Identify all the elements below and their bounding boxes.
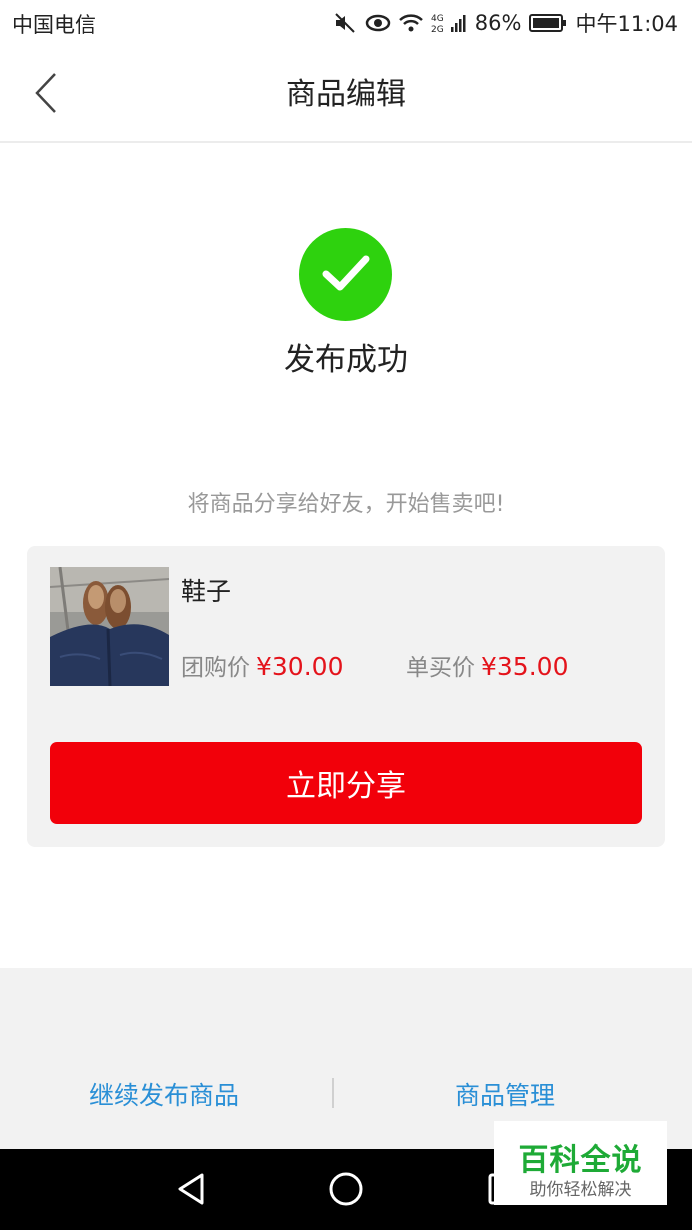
back-button[interactable] (24, 70, 68, 120)
system-home-button[interactable] (326, 1169, 366, 1213)
success-title: 发布成功 (284, 342, 408, 378)
product-thumbnail[interactable] (50, 567, 169, 686)
success-badge (299, 228, 392, 321)
product-management-link[interactable]: 商品管理 (455, 1076, 555, 1112)
share-now-button[interactable]: 立即分享 (50, 742, 642, 824)
carrier-label: 中国电信 (12, 13, 96, 37)
svg-text:4G: 4G (431, 14, 444, 24)
wifi-icon (398, 13, 423, 33)
group-price-label: 团购价 (181, 655, 250, 681)
group-price: 团购价 ¥30.00 (181, 648, 343, 682)
single-price-value: ¥35.00 (481, 652, 569, 681)
status-time: 中午11:04 (575, 12, 678, 36)
signal-icon: 4G 2G (431, 11, 467, 35)
product-card: 鞋子 团购价 ¥30.00 单买价 ¥35.00 立即分享 (27, 546, 665, 847)
status-icons: 4G 2G 86% 中午11:04 (333, 7, 678, 39)
svg-text:2G: 2G (431, 25, 444, 35)
page-title: 商品编辑 (286, 77, 406, 112)
system-back-button[interactable] (172, 1169, 212, 1213)
product-name: 鞋子 (181, 577, 232, 606)
continue-publish-link[interactable]: 继续发布商品 (89, 1076, 239, 1112)
status-bar: 中国电信 4G 2G 86% 中午11:04 (0, 0, 692, 48)
chevron-left-icon (33, 71, 59, 119)
single-price: 单买价 ¥35.00 (406, 648, 568, 682)
eye-icon (365, 13, 391, 33)
nav-bar: 商品编辑 (0, 48, 692, 143)
watermark-title: 百科全说 (518, 1143, 643, 1178)
check-icon (321, 253, 371, 297)
watermark: 百科全说 助你轻松解决 (494, 1121, 667, 1205)
bottom-divider (332, 1078, 334, 1108)
share-hint: 将商品分享给好友，开始售卖吧! (187, 492, 505, 517)
home-circle-icon (326, 1172, 366, 1213)
battery-percent: 86% (474, 11, 522, 35)
back-triangle-icon (172, 1173, 212, 1213)
single-price-label: 单买价 (406, 655, 475, 681)
mute-icon (333, 11, 357, 35)
battery-icon (529, 13, 567, 33)
watermark-subtitle: 助你轻松解决 (529, 1180, 632, 1200)
group-price-value: ¥30.00 (256, 652, 344, 681)
